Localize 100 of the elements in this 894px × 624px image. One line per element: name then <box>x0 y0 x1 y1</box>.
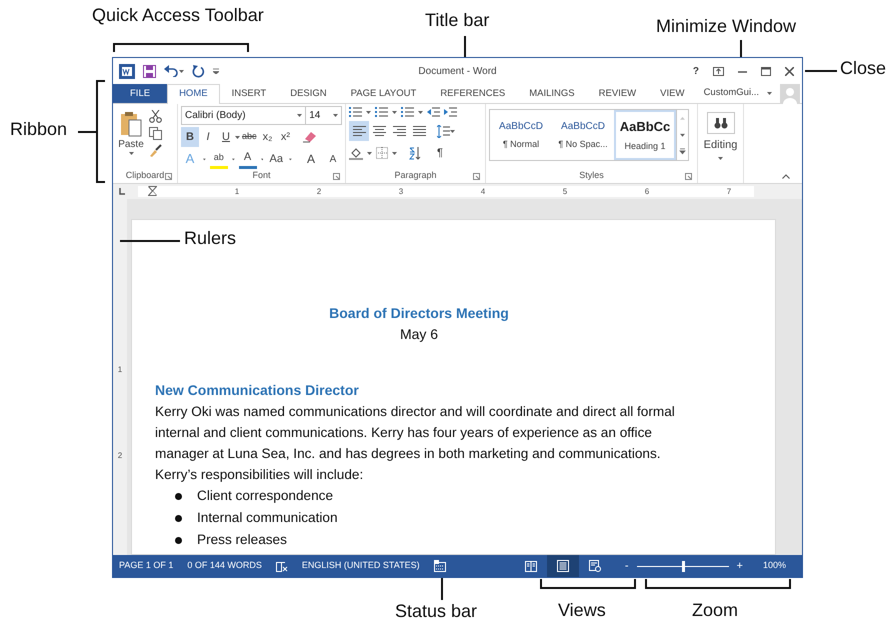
font-button[interactable]: A <box>238 149 256 169</box>
borders-icon[interactable] <box>376 147 388 159</box>
numbering-icon[interactable] <box>375 106 388 119</box>
zoom-in-button[interactable]: + <box>736 558 743 574</box>
callout-label: Zoom <box>692 601 738 621</box>
redo-icon[interactable] <box>192 64 205 78</box>
copy-icon[interactable] <box>149 127 162 140</box>
window-title: Document - Word <box>417 64 498 78</box>
caret-icon[interactable] <box>718 156 723 160</box>
caret-icon[interactable] <box>289 158 292 160</box>
ribbon-tab[interactable]: VIEW <box>648 84 696 103</box>
clipboard-icon <box>120 111 142 137</box>
ribbon-tab[interactable]: INSERT <box>220 84 278 103</box>
style-option[interactable]: AaBbCc Heading 1 <box>614 110 676 160</box>
ribbon-display-icon[interactable] <box>713 66 724 76</box>
caret-icon[interactable] <box>128 152 134 155</box>
ribbon-tab[interactable]: MAILINGS <box>517 84 587 103</box>
paintbrush-icon[interactable] <box>149 144 162 157</box>
shading-icon[interactable] <box>349 146 363 160</box>
ruler-number: 2 <box>118 450 122 462</box>
font-size-field[interactable]: 14 <box>306 106 342 125</box>
language-indicator[interactable]: ENGLISH (UNITED STATES) <box>302 559 420 573</box>
customize-caret-icon[interactable] <box>213 68 219 74</box>
format-button[interactable]: I <box>199 127 217 147</box>
maximize-icon[interactable] <box>761 66 771 76</box>
page-count[interactable]: PAGE 1 OF 1 <box>119 559 174 573</box>
sort-icon[interactable] <box>409 146 421 160</box>
caret-icon[interactable] <box>235 136 240 138</box>
caret-icon[interactable] <box>333 114 338 117</box>
multilevel-list-icon[interactable] <box>401 106 414 119</box>
read-view-icon <box>524 560 537 572</box>
caret-icon[interactable] <box>767 92 772 95</box>
callout-label: Views <box>558 601 606 621</box>
caret-icon[interactable] <box>203 158 206 160</box>
decrease-indent-icon[interactable] <box>427 106 440 119</box>
macro-icon[interactable] <box>434 560 446 572</box>
bullets-icon[interactable] <box>349 106 362 119</box>
format-button[interactable]: U <box>217 127 235 147</box>
font-name-field[interactable]: Calibri (Body) <box>181 106 306 125</box>
format-button[interactable]: x₂ <box>258 127 277 147</box>
ribbon-tab[interactable]: HOME <box>167 84 220 104</box>
help-button[interactable]: ? <box>692 64 699 78</box>
increase-indent-icon[interactable] <box>444 106 457 119</box>
caret-icon[interactable] <box>392 111 397 114</box>
close-icon[interactable] <box>785 66 794 76</box>
proofing-icon[interactable] <box>276 560 288 572</box>
paste-button[interactable]: Paste <box>116 106 146 160</box>
slider-thumb[interactable] <box>682 560 685 572</box>
style-option[interactable]: AaBbCcD ¶ No Spac... <box>552 110 614 160</box>
tab-selector-icon[interactable] <box>117 187 126 196</box>
save-icon[interactable] <box>143 64 156 78</box>
style-option[interactable]: AaBbCcD ¶ Normal <box>490 110 552 160</box>
ribbon-tab[interactable]: REVIEW <box>586 84 648 103</box>
dialog-launcher-icon[interactable] <box>473 173 480 180</box>
show-formatting-button[interactable]: ¶ <box>431 143 449 163</box>
ruler-number: 3 <box>398 186 404 198</box>
ribbon-tab[interactable]: REFERENCES <box>428 84 518 103</box>
font-button[interactable]: A <box>302 149 320 169</box>
font-button[interactable]: ab <box>210 149 228 169</box>
caret-icon[interactable] <box>366 111 371 114</box>
caret-icon[interactable] <box>232 158 234 160</box>
dialog-launcher-icon[interactable] <box>685 173 692 180</box>
scissors-icon[interactable] <box>149 110 162 123</box>
format-button[interactable]: abc <box>240 127 259 147</box>
group-label: Clipboard <box>126 169 164 182</box>
ribbon-tab[interactable]: DESIGN <box>278 84 339 103</box>
font-button[interactable]: A <box>324 149 342 169</box>
eraser-icon[interactable] <box>302 131 317 143</box>
collapse-ribbon-icon[interactable] <box>782 174 790 179</box>
dialog-launcher-icon[interactable] <box>333 173 340 180</box>
ruler-number: 2 <box>316 186 322 198</box>
document-app-icon[interactable] <box>119 64 135 78</box>
callout-label: Status bar <box>395 602 478 622</box>
word-count[interactable]: 0 OF 144 WORDS <box>187 559 262 573</box>
format-button[interactable]: x² <box>276 127 295 147</box>
account-name[interactable]: CustomGui... <box>704 86 759 101</box>
zoom-out-button[interactable]: - <box>624 558 629 574</box>
editing-button[interactable]: Editing <box>701 106 740 166</box>
caret-icon[interactable] <box>450 130 455 132</box>
ruler-number: 6 <box>644 186 650 198</box>
dialog-launcher-icon[interactable] <box>165 173 172 180</box>
align-button[interactable] <box>349 121 369 141</box>
caret-icon[interactable] <box>367 152 372 154</box>
web-view-icon <box>588 560 601 572</box>
view-button[interactable] <box>546 555 579 577</box>
undo-icon[interactable] <box>164 65 184 77</box>
file-tab[interactable]: FILE <box>113 84 168 103</box>
format-button[interactable]: B <box>181 127 199 147</box>
caret-icon[interactable] <box>392 152 397 154</box>
caret-icon[interactable] <box>418 111 423 114</box>
zoom-level[interactable]: 100% <box>762 559 786 573</box>
bullet-text: Internal communication <box>197 508 338 527</box>
line-spacing-icon[interactable] <box>437 124 450 138</box>
font-button[interactable]: Aa <box>267 149 286 169</box>
caret-icon[interactable] <box>260 158 264 160</box>
group-label: Styles <box>579 169 604 182</box>
indent-marker-icon[interactable] <box>148 186 157 197</box>
caret-icon[interactable] <box>297 114 302 117</box>
leader-line <box>78 131 96 133</box>
ribbon-tab[interactable]: PAGE LAYOUT <box>338 84 428 103</box>
